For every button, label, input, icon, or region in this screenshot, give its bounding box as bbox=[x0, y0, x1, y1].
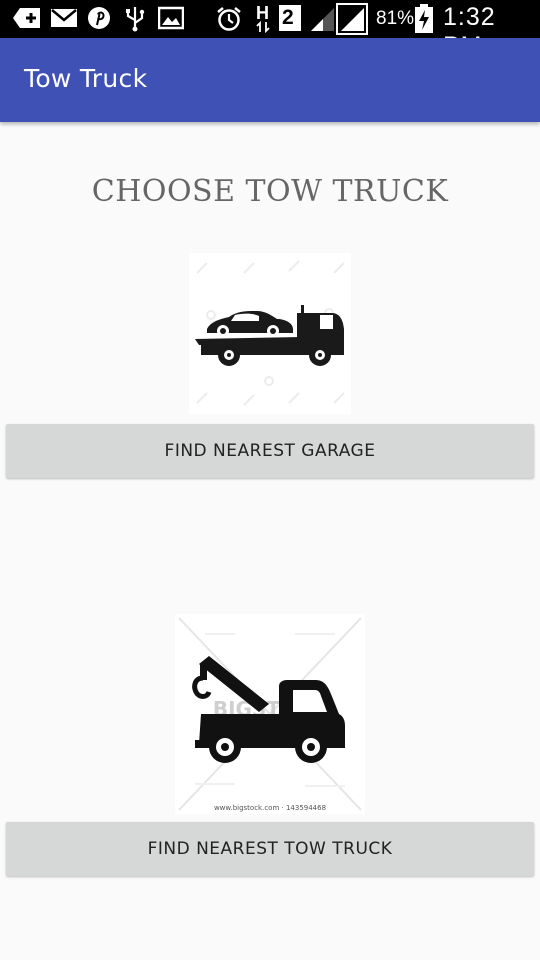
add-notification-icon bbox=[13, 8, 40, 28]
usb-icon bbox=[126, 7, 145, 32]
sim-number-text: 2 bbox=[282, 6, 294, 29]
wrecker-truck-image: BIGSTOCK www.bigstock.com · 143594468 bbox=[175, 614, 365, 814]
image-icon bbox=[158, 6, 184, 30]
data-arrows-icon bbox=[256, 21, 270, 33]
alarm-icon bbox=[217, 7, 241, 31]
pinterest-icon bbox=[88, 7, 110, 29]
app-title: Tow Truck bbox=[24, 64, 148, 93]
battery-icon bbox=[415, 4, 433, 33]
page-title: CHOOSE TOW TRUCK bbox=[91, 174, 449, 209]
signal-icon bbox=[336, 3, 368, 35]
battery-percent-text: 81% bbox=[376, 8, 415, 29]
signal-icon bbox=[311, 8, 334, 31]
find-nearest-tow-truck-button[interactable]: FIND NEAREST TOW TRUCK bbox=[6, 822, 534, 876]
status-bar: H 2 81% 1:32 PM bbox=[0, 0, 540, 60]
find-nearest-garage-button[interactable]: FIND NEAREST GARAGE bbox=[6, 424, 534, 478]
mail-icon bbox=[51, 9, 77, 27]
image-caption: www.bigstock.com · 143594468 bbox=[214, 804, 326, 812]
app-bar: Tow Truck bbox=[0, 38, 540, 122]
flatbed-truck-image bbox=[189, 253, 351, 414]
